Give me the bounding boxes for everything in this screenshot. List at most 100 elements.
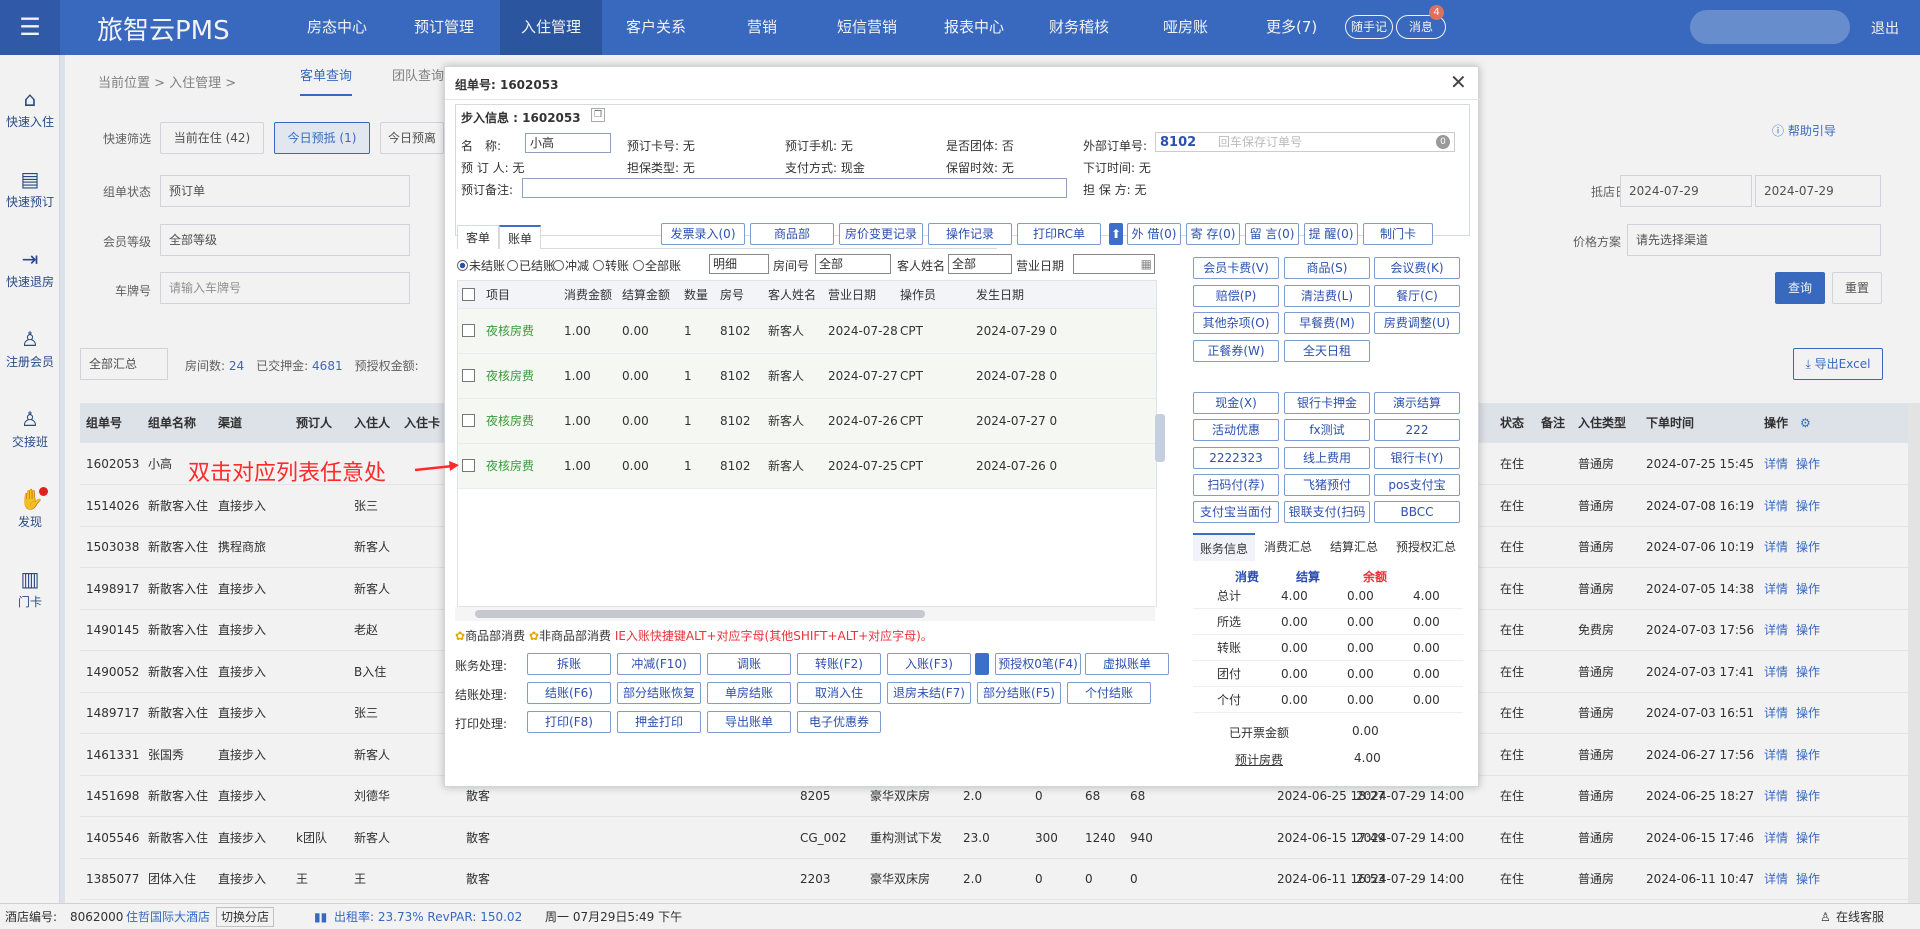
- row-checkbox[interactable]: [462, 369, 475, 382]
- detail-select[interactable]: 明细: [709, 254, 769, 274]
- select-all-checkbox[interactable]: [462, 288, 475, 301]
- summary-cell: 0.00: [1413, 615, 1440, 629]
- consume-button[interactable]: 房费调整(U): [1374, 312, 1460, 334]
- top-action-button[interactable]: 外 借(0): [1127, 223, 1181, 245]
- top-action-button[interactable]: 提 醒(0): [1304, 223, 1358, 245]
- consume-button[interactable]: 会员卡费(V): [1193, 257, 1279, 279]
- summary-tab[interactable]: 预授权汇总: [1389, 533, 1463, 561]
- estimated-room-fee-label[interactable]: 预计房费: [1235, 751, 1283, 768]
- summary-tab[interactable]: 消费汇总: [1257, 533, 1319, 561]
- top-action-button[interactable]: 操作记录: [928, 223, 1012, 245]
- bill-row[interactable]: 夜核房费 1.00 0.00 1 8102 新客人 2024-07-25 CPT 2024-07…: [458, 444, 1156, 489]
- print-action-button[interactable]: 电子优惠券: [797, 711, 881, 733]
- account-action-button[interactable]: 拆账: [527, 653, 611, 675]
- consume-button[interactable]: 其他杂项(O): [1193, 312, 1279, 334]
- settle-action-button[interactable]: 部分结账恢复: [617, 682, 701, 704]
- radio-circle[interactable]: [457, 260, 468, 271]
- consume-button[interactable]: 会议费(K): [1374, 257, 1460, 279]
- consume-button[interactable]: 商品(S): [1284, 257, 1370, 279]
- payment-button[interactable]: 现金(X): [1193, 392, 1279, 414]
- settle-action-button[interactable]: 结账(F6): [527, 682, 611, 704]
- close-icon[interactable]: ✕: [1450, 70, 1467, 94]
- consume-button[interactable]: 清洁费(L): [1284, 284, 1370, 307]
- bill-radio[interactable]: 冲减: [553, 257, 589, 274]
- bill-row[interactable]: 夜核房费 1.00 0.00 1 8102 新客人 2024-07-26 CPT 2024-07…: [458, 399, 1156, 444]
- bill-cell: 2024-07-28: [828, 324, 898, 338]
- payment-button[interactable]: 银行卡押金: [1284, 392, 1370, 414]
- summary-tab[interactable]: 账务信息: [1193, 533, 1255, 561]
- settle-action-button[interactable]: 退房未结(F7): [887, 682, 971, 704]
- consume-button[interactable]: 赔偿(P): [1193, 284, 1279, 307]
- payment-button[interactable]: pos支付宝: [1374, 473, 1460, 496]
- consume-button[interactable]: 正餐券(W): [1193, 339, 1279, 362]
- row-checkbox[interactable]: [462, 459, 475, 472]
- upload-arrow-icon[interactable]: ⬆: [1109, 223, 1123, 245]
- bill-row[interactable]: 夜核房费 1.00 0.00 1 8102 新客人 2024-07-27 CPT 2024-07…: [458, 354, 1156, 399]
- grid-hscroll[interactable]: [455, 607, 1155, 621]
- bill-radio[interactable]: 未结账: [457, 257, 505, 274]
- payment-button[interactable]: 活动优惠: [1193, 419, 1279, 442]
- top-action-button[interactable]: 发票录入(0): [661, 223, 745, 245]
- bill-row[interactable]: 夜核房费 1.00 0.00 1 8102 新客人 2024-07-28 CPT 2024-07…: [458, 309, 1156, 354]
- remark-label: 预订备注:: [461, 183, 514, 197]
- payment-button[interactable]: BBCC: [1374, 501, 1460, 524]
- tab-account-bill[interactable]: 账单: [499, 225, 542, 249]
- account-action-button[interactable]: 调账: [707, 653, 791, 675]
- account-action-button[interactable]: 预授权0笔(F4): [995, 653, 1081, 675]
- upload-arrow-icon[interactable]: [975, 653, 989, 675]
- radio-circle[interactable]: [507, 260, 518, 271]
- row-checkbox[interactable]: [462, 414, 475, 427]
- account-action-button[interactable]: 虚拟账单: [1085, 653, 1169, 675]
- account-action-button[interactable]: 转账(F2): [797, 653, 881, 675]
- name-input[interactable]: 小高: [525, 133, 611, 153]
- settle-action-button[interactable]: 部分结账(F5): [977, 682, 1061, 704]
- settle-action-button[interactable]: 单房结账: [707, 682, 791, 704]
- summary-tab[interactable]: 结算汇总: [1323, 533, 1385, 561]
- payment-button[interactable]: 银行卡(Y): [1374, 446, 1460, 469]
- top-action-button[interactable]: 寄 存(0): [1186, 223, 1240, 245]
- print-action-button[interactable]: 押金打印: [617, 711, 701, 733]
- top-action-button[interactable]: 制门卡: [1363, 223, 1433, 245]
- settle-action-button[interactable]: 取消入住: [797, 682, 881, 704]
- row-checkbox[interactable]: [462, 324, 475, 337]
- payment-button[interactable]: 支付宝当面付: [1193, 501, 1279, 524]
- bill-radio[interactable]: 已结账: [507, 257, 555, 274]
- account-action-button[interactable]: 入账(F3): [887, 653, 971, 675]
- payment-button[interactable]: 222: [1374, 419, 1460, 442]
- room-no-select[interactable]: 全部: [815, 254, 891, 274]
- bill-radio[interactable]: 转账: [593, 257, 629, 274]
- top-action-button[interactable]: 房价变更记录: [839, 223, 923, 245]
- collapse-handle[interactable]: [1155, 414, 1165, 462]
- payment-button[interactable]: 飞猪预付: [1284, 473, 1370, 496]
- print-action-button[interactable]: 导出账单: [707, 711, 791, 733]
- radio-circle[interactable]: [633, 260, 644, 271]
- payment-button[interactable]: 演示结算: [1374, 392, 1460, 414]
- bill-radio[interactable]: 全部账: [633, 257, 681, 274]
- payment-button[interactable]: fx测试: [1284, 419, 1370, 442]
- radio-circle[interactable]: [593, 260, 604, 271]
- payment-button[interactable]: 2222323: [1193, 446, 1279, 469]
- guest-name-select[interactable]: 全部: [948, 254, 1012, 274]
- calendar-icon[interactable]: ▦: [1141, 255, 1152, 273]
- hscroll-thumb[interactable]: [475, 610, 925, 618]
- top-action-button[interactable]: 留 言(0): [1245, 223, 1299, 245]
- biz-date-input[interactable]: ▦: [1073, 254, 1155, 274]
- payment-button[interactable]: 线上费用: [1284, 446, 1370, 469]
- radio-circle[interactable]: [553, 260, 564, 271]
- tab-guest-bill[interactable]: 客单: [457, 225, 500, 249]
- settle-action-button[interactable]: 个付结账: [1067, 682, 1151, 704]
- top-action-button[interactable]: 打印RC单: [1017, 223, 1101, 245]
- consume-button[interactable]: 餐厅(C): [1374, 284, 1460, 307]
- account-action-button[interactable]: 冲减(F10): [617, 653, 701, 675]
- remark-input[interactable]: [522, 178, 1067, 198]
- consume-button[interactable]: 全天日租: [1284, 339, 1370, 362]
- copy-icon[interactable]: ❐: [591, 108, 605, 122]
- consume-button[interactable]: 早餐费(M): [1284, 312, 1370, 334]
- payment-button[interactable]: 银联支付(扫码: [1284, 501, 1370, 524]
- payment-button[interactable]: 扫码付(荐): [1193, 473, 1279, 496]
- ext-order-input[interactable]: 8102 回车保存订单号 0: [1155, 132, 1455, 152]
- radio-label: 已结账: [519, 259, 556, 273]
- bill-cell: 2024-07-26: [828, 414, 898, 428]
- print-action-button[interactable]: 打印(F8): [527, 711, 611, 733]
- top-action-button[interactable]: 商品部: [750, 223, 834, 245]
